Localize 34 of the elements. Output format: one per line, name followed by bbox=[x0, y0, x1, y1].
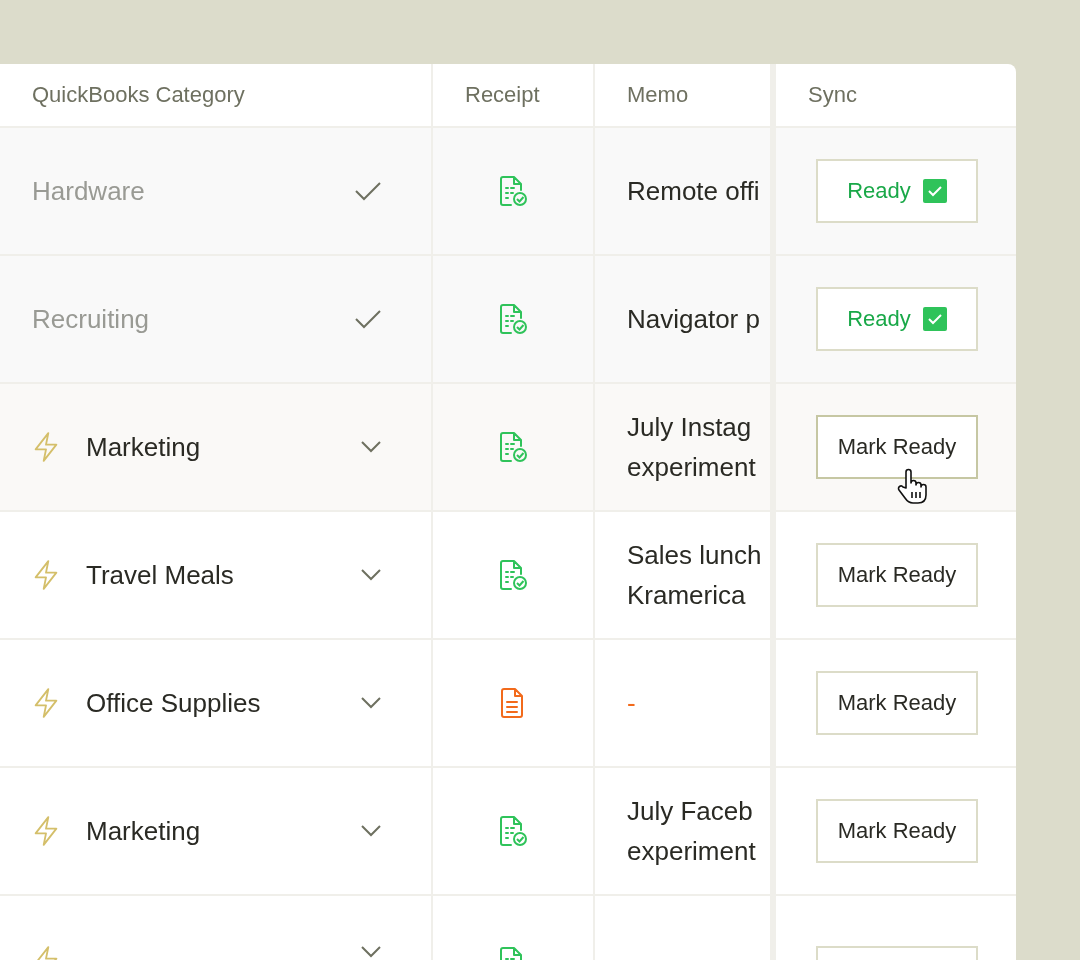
category-text: Marketing bbox=[86, 815, 201, 847]
checkmark-icon bbox=[355, 309, 381, 329]
lightning-icon bbox=[32, 816, 60, 846]
column-header: Receipt bbox=[465, 82, 540, 108]
memo-text: Navigator p bbox=[627, 303, 760, 336]
column-header: Sync bbox=[808, 82, 857, 108]
mark-ready-button[interactable]: Mark Ready bbox=[816, 671, 978, 735]
column-header: QuickBooks Category bbox=[32, 82, 245, 108]
chevron-down-icon[interactable] bbox=[361, 697, 381, 709]
chevron-down-icon[interactable] bbox=[361, 569, 381, 581]
checkmark-icon bbox=[355, 181, 381, 201]
column-header: Memo bbox=[627, 82, 689, 108]
memo-text: - bbox=[627, 687, 636, 720]
mark-ready-button[interactable]: Mark Ready bbox=[816, 543, 978, 607]
category-text: Travel Meals bbox=[86, 559, 234, 591]
category-text: Hardware bbox=[32, 175, 145, 207]
mark-ready-button[interactable]: Mark Ready bbox=[816, 799, 978, 863]
memo-text: Sales lunch Kramerica bbox=[627, 539, 762, 612]
memo-text: July Instag experiment bbox=[627, 411, 756, 484]
lightning-icon bbox=[32, 560, 60, 590]
chevron-down-icon[interactable] bbox=[361, 441, 381, 453]
lightning-icon bbox=[32, 688, 60, 718]
checkbox-checked-icon bbox=[922, 179, 947, 203]
memo-text: Remote offi bbox=[627, 175, 760, 208]
chevron-down-icon[interactable] bbox=[361, 946, 381, 958]
category-text: Marketing bbox=[86, 431, 201, 463]
mark-ready-button[interactable]: Mark Ready bbox=[816, 415, 978, 479]
chevron-down-icon[interactable] bbox=[361, 825, 381, 837]
memo-text: July Faceb experiment bbox=[627, 795, 756, 868]
category-text: Office Supplies bbox=[86, 687, 261, 719]
checkbox-checked-icon bbox=[922, 307, 947, 331]
hand-cursor-icon bbox=[896, 468, 930, 504]
category-text: Recruiting bbox=[32, 303, 150, 335]
lightning-icon bbox=[32, 432, 60, 462]
